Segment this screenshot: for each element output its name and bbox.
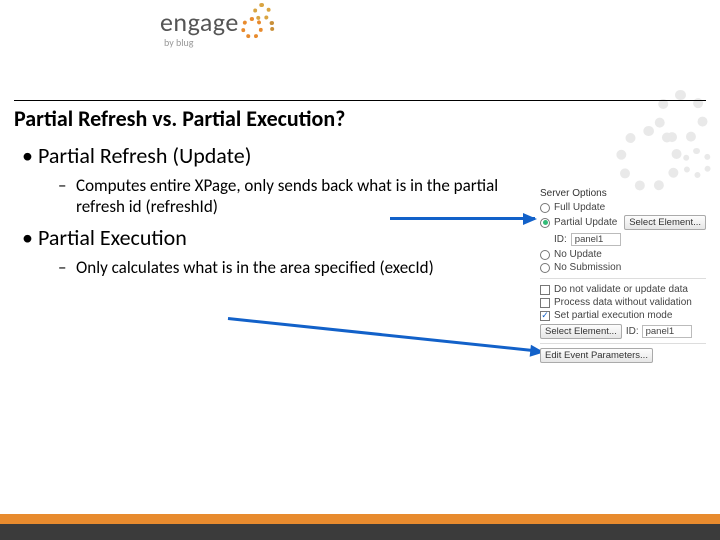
- arrow-exec-to-panel: [228, 317, 543, 353]
- slide-title: Partial Refresh vs. Partial Execution?: [14, 105, 706, 132]
- edit-event-parameters-button[interactable]: Edit Event Parameters...: [540, 348, 653, 363]
- checkbox-icon: [540, 285, 550, 295]
- check-label: Set partial execution mode: [554, 310, 672, 321]
- bullet-partial-refresh-detail: Computes entire XPage, only sends back w…: [58, 175, 532, 218]
- radio-icon: [540, 218, 550, 228]
- select-element-button[interactable]: Select Element...: [624, 215, 706, 230]
- option-no-update[interactable]: No Update: [540, 248, 706, 261]
- panel-separator: [540, 278, 706, 279]
- title-row: Partial Refresh vs. Partial Execution?: [14, 100, 706, 132]
- radio-icon: [540, 203, 550, 213]
- bullet-partial-execution: Partial Execution: [22, 224, 532, 251]
- bullet-partial-refresh: Partial Refresh (Update): [22, 142, 532, 169]
- checkbox-icon: [540, 298, 550, 308]
- option-partial-update[interactable]: Partial Update Select Element...: [540, 214, 706, 231]
- option-label: No Submission: [554, 262, 621, 273]
- exec-id-field[interactable]: panel1: [642, 325, 692, 338]
- check-label: Process data without validation: [554, 297, 692, 308]
- id-label: ID:: [626, 326, 639, 337]
- radio-icon: [540, 263, 550, 273]
- gear-icon: [235, 0, 285, 43]
- arrow-refresh-to-panel: [390, 217, 535, 220]
- checkbox-icon: [540, 311, 550, 321]
- partial-update-id-field[interactable]: panel1: [571, 233, 621, 246]
- check-no-validate[interactable]: Do not validate or update data: [540, 283, 706, 296]
- panel-title: Server Options: [540, 188, 706, 199]
- brand-logo: engage by blug: [160, 6, 285, 49]
- id-label: ID:: [554, 234, 567, 245]
- check-label: Do not validate or update data: [554, 284, 688, 295]
- option-full-update[interactable]: Full Update: [540, 201, 706, 214]
- option-label: No Update: [554, 249, 602, 260]
- check-process-without-validation[interactable]: Process data without validation: [540, 296, 706, 309]
- bullet-partial-execution-detail: Only calculates what is in the area spec…: [58, 257, 532, 278]
- logo-word: engage: [160, 6, 239, 38]
- option-label: Partial Update: [554, 217, 617, 228]
- slide-footer: [0, 514, 720, 540]
- radio-icon: [540, 250, 550, 260]
- select-element-button-2[interactable]: Select Element...: [540, 324, 622, 339]
- option-no-submission[interactable]: No Submission: [540, 261, 706, 274]
- panel-separator: [540, 343, 706, 344]
- slide-body: Partial Refresh (Update) Computes entire…: [22, 142, 532, 284]
- partial-update-id-row: ID: panel1: [554, 233, 706, 246]
- exec-id-row: Select Element... ID: panel1: [540, 324, 706, 339]
- option-label: Full Update: [554, 202, 605, 213]
- check-set-partial-exec[interactable]: Set partial execution mode: [540, 309, 706, 322]
- server-options-panel: Server Options Full Update Partial Updat…: [540, 188, 706, 365]
